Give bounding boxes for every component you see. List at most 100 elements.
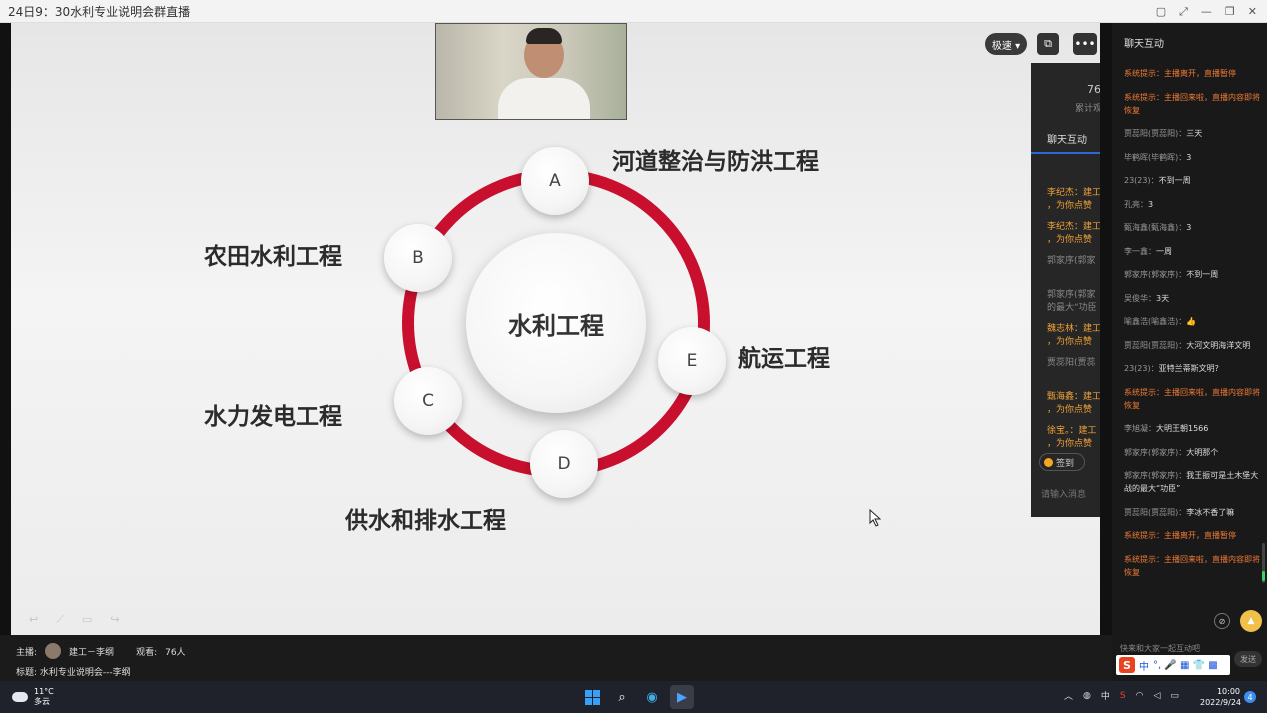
speed-select[interactable]: 极速 ▾ [985, 33, 1027, 55]
list-item: 李纪杰：建工 ，为你点赞 [1047, 222, 1100, 245]
input-lang[interactable]: 中 [1101, 689, 1110, 702]
coin-icon [1044, 457, 1053, 467]
cloud-icon [12, 692, 28, 702]
avatar [45, 643, 62, 659]
video-stage: 水利工程 A B C D E 河道整治与防洪工程 农田水利工程 水力发电工程 供… [0, 23, 1112, 635]
minimize-button[interactable]: — [1201, 5, 1212, 18]
node-d: D [530, 430, 598, 498]
sign-in-button[interactable]: 签到 [1039, 453, 1085, 471]
close-button[interactable]: ✕ [1248, 5, 1257, 18]
redo-icon[interactable]: ↪ [110, 613, 119, 627]
chat-list: 系统提示：主播离开，直播暂停 系统提示：主播回来啦，直播内容即将恢复 贾蕊阳(贾蕊阳… [1124, 67, 1264, 589]
chat-header: 聊天互动 [1124, 39, 1164, 50]
pen-icon[interactable]: ⟋ [56, 613, 64, 627]
send-button[interactable]: 发送 [1234, 651, 1262, 667]
link-icon[interactable]: ⊘ [1214, 613, 1230, 629]
fullscreen-icon[interactable]: ⤢ [1179, 5, 1188, 19]
list-item: 喻鑫浩(喻鑫浩)：👍 [1124, 317, 1197, 326]
sogou-icon[interactable]: S [1119, 657, 1135, 673]
list-item: 郭家序(郭家序)：大明那个 [1124, 447, 1219, 457]
node-a: A [521, 147, 589, 215]
stream-title: 水利专业说明会---李纲 [39, 668, 131, 678]
tray-app-icon[interactable]: ◍ [1083, 691, 1091, 701]
more-icon[interactable]: ••• [1073, 33, 1097, 55]
list-item: 吴俊华：3天 [1124, 293, 1170, 303]
list-item: 贾蕊阳(贾蕊阳)：大河文明海洋文明 [1124, 340, 1251, 350]
node-b: B [384, 224, 452, 292]
window-title: 24日9：30水利专业说明会群直播 [8, 4, 191, 19]
battery-icon[interactable]: ▭ [1170, 691, 1179, 701]
notification-badge[interactable]: 4 [1244, 691, 1256, 703]
list-item: 郭家序(郭家 [1047, 256, 1096, 266]
label-a: 河道整治与防洪工程 [612, 149, 819, 175]
list-item: 贾蕊阳(贾蕊阳)：李冰不香了嘛 [1124, 507, 1235, 517]
board-icon[interactable]: ▭ [82, 613, 92, 627]
ime-toolbar: S 中 °, 🎤 ▦ 👕 ▩ [1116, 655, 1230, 675]
list-item: 23(23)：不到一周 [1124, 176, 1191, 185]
wifi-icon[interactable]: ◠ [1136, 691, 1144, 701]
chat-panel: 聊天互动 系统提示：主播离开，直播暂停 系统提示：主播回来啦，直播内容即将恢复 贾蕊… [1112, 23, 1267, 681]
sogou-tray-icon[interactable]: S [1120, 691, 1126, 701]
overlay-tab-chat[interactable]: 聊天互动 [1047, 131, 1087, 146]
ime-lang[interactable]: 中 [1139, 658, 1149, 673]
clock[interactable]: 10:00 2022/9/24 [1200, 686, 1241, 708]
chat-input[interactable]: 快来和大家一起互动吧 [1120, 643, 1200, 654]
host-label: 主播: [16, 647, 38, 658]
list-item: 甄海鑫(甄海鑫)：3 [1124, 223, 1192, 232]
list-item: 魏志林：建工 ，为你点赞 [1047, 324, 1100, 347]
list-item: 贾蕊阳(贾蕊阳)：三天 [1124, 129, 1203, 138]
overlay-count: 76 [1087, 83, 1100, 96]
title-label: 标题: [16, 668, 38, 678]
list-item: 系统提示：主播离开，直播暂停 [1124, 531, 1236, 540]
volume-icon[interactable]: ◁ [1153, 691, 1160, 701]
tray-chevron-icon[interactable]: ︿ [1064, 689, 1073, 702]
slide-toolbar: ↩ ⟋ ▭ ↪ [29, 613, 120, 627]
live-app-icon[interactable]: ▶ [670, 685, 694, 709]
overlay-count-label: 累计观 [1075, 104, 1100, 114]
list-item: 郭家序(郭家序)：不到一周 [1124, 270, 1219, 279]
list-item: 孔亮：3 [1124, 199, 1154, 209]
list-item: 毕鹤晖(毕鹤晖)：3 [1124, 152, 1192, 162]
chat-scrollbar[interactable] [1262, 543, 1265, 583]
overlay-message-input[interactable]: 请输入消息 [1041, 487, 1086, 500]
ime-tools[interactable]: °, 🎤 ▦ 👕 ▩ [1153, 660, 1218, 671]
list-item: 系统提示：主播回来啦，直播内容即将恢复 [1124, 387, 1260, 410]
mouse-cursor-icon [869, 509, 881, 527]
label-c: 水力发电工程 [204, 404, 342, 430]
viewers-label: 观看: [136, 647, 158, 658]
list-item: 郭家序(郭家 的最大“功臣 [1047, 290, 1097, 313]
list-item: 徐宝。：建工 ，为你点赞 [1047, 426, 1097, 449]
edge-icon[interactable]: ◉ [640, 685, 664, 709]
list-item: 系统提示：主播离开，直播暂停 [1124, 69, 1236, 78]
label-d: 供水和排水工程 [345, 508, 506, 534]
stream-info-bar: 主播: 建工－李纲 观看: 76人 标题: 水利专业说明会---李纲 [0, 635, 1112, 681]
list-item: 李一鑫：一周 [1124, 246, 1172, 256]
node-e: E [658, 327, 726, 395]
taskbar: 11°C 多云 ⌕ ◉ ▶ ︿ ◍ 中 S ◠ ◁ ▭ 10:00 2022/9/2… [0, 681, 1267, 713]
weather-widget[interactable]: 11°C 多云 [12, 687, 54, 707]
popout-icon[interactable]: ⧉ [1037, 33, 1059, 55]
list-item: 李旭凝：大明王朝1566 [1124, 424, 1209, 433]
restore-button[interactable]: ❐ [1225, 5, 1235, 18]
list-item: 23(23)：亚特兰蒂斯文明? [1124, 364, 1219, 373]
list-item: 郭家序(郭家序)：我王振可是土木堡大战的最大“功臣” [1124, 471, 1259, 493]
search-icon[interactable]: ⌕ [610, 685, 634, 709]
host-name: 建工－李纲 [69, 647, 115, 658]
undo-icon[interactable]: ↩ [29, 613, 38, 627]
slide: 水利工程 A B C D E 河道整治与防洪工程 农田水利工程 水力发电工程 供… [11, 23, 1100, 635]
list-item: 贾蕊阳(贾蕊 [1047, 358, 1096, 368]
overlay-chat-panel: 76 累计观 聊天互动 李纪杰：建工 ，为你点赞 李纪杰：建工 ，为你点赞 郭家序(郭家… [1031, 63, 1100, 517]
list-item: 甄海鑫：建工 ，为你点赞 [1047, 392, 1100, 415]
center-circle: 水利工程 [466, 233, 646, 413]
label-b: 农田水利工程 [204, 244, 342, 270]
title-bar: 24日9：30水利专业说明会群直播 ▢ ⤢ — ❐ ✕ [0, 0, 1267, 23]
start-button[interactable] [580, 685, 604, 709]
gift-icon[interactable]: ▲ [1240, 610, 1262, 632]
pin-icon[interactable]: ▢ [1156, 5, 1166, 18]
list-item: 李纪杰：建工 ，为你点赞 [1047, 188, 1100, 211]
node-c: C [394, 367, 462, 435]
viewers-count: 76人 [165, 647, 186, 658]
list-item: 系统提示：主播回来啦，直播内容即将恢复 [1124, 554, 1260, 577]
list-item: 系统提示：主播回来啦，直播内容即将恢复 [1124, 92, 1260, 115]
label-e: 航运工程 [738, 346, 830, 372]
